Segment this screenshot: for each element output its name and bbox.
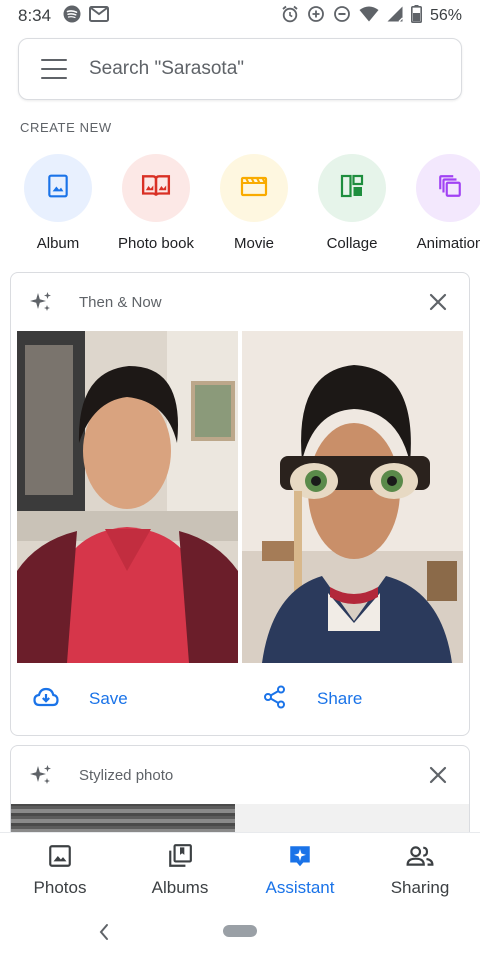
create-photo-book-button[interactable]: Photo book <box>107 154 205 252</box>
spotify-icon <box>63 5 81 28</box>
create-label: Movie <box>233 235 274 252</box>
create-label: Collage <box>326 235 378 252</box>
menu-icon[interactable] <box>41 59 67 79</box>
cell-signal-icon <box>387 6 403 27</box>
create-label: Photo book <box>118 235 194 252</box>
sharing-icon <box>406 843 434 874</box>
sparkle-icon <box>29 763 53 787</box>
do-not-disturb-icon <box>333 5 351 28</box>
card-header: Then & Now <box>11 273 469 331</box>
alarm-icon <box>281 5 299 28</box>
nav-assistant[interactable]: Assistant <box>240 833 360 904</box>
share-label: Share <box>317 689 363 708</box>
battery-percentage: 56% <box>429 7 462 24</box>
sparkle-icon <box>29 290 53 314</box>
create-new-row: Album Photo book Movie Collage Animation <box>0 154 480 254</box>
create-animation-button[interactable]: Animation <box>401 154 480 252</box>
nav-label: Assistant <box>265 878 335 897</box>
nav-label: Sharing <box>390 878 450 897</box>
card-header: Stylized photo <box>11 746 469 804</box>
card-title: Stylized photo <box>79 766 174 784</box>
create-new-heading: CREATE NEW <box>20 120 112 135</box>
share-button[interactable]: Share <box>239 685 469 714</box>
assistant-icon <box>287 843 313 874</box>
battery-icon <box>410 4 422 28</box>
data-saver-icon <box>307 5 325 28</box>
nav-label: Albums <box>151 878 209 897</box>
share-icon <box>263 685 287 714</box>
status-time: 8:34 <box>18 6 52 25</box>
create-movie-button[interactable]: Movie <box>205 154 303 252</box>
search-input[interactable]: Search "Sarasota" <box>89 58 244 80</box>
create-album-button[interactable]: Album <box>9 154 107 252</box>
collage-icon <box>340 174 364 203</box>
close-icon[interactable] <box>427 764 449 786</box>
albums-icon <box>167 843 193 874</box>
home-pill[interactable] <box>223 925 257 937</box>
card-title: Then & Now <box>79 293 162 311</box>
wifi-icon <box>359 6 379 27</box>
create-label: Animation <box>416 235 480 252</box>
close-icon[interactable] <box>427 291 449 313</box>
create-label: Album <box>36 235 80 252</box>
gmail-icon <box>89 5 110 27</box>
nav-albums[interactable]: Albums <box>120 833 240 904</box>
search-bar[interactable]: Search "Sarasota" <box>18 38 462 100</box>
photo-book-icon <box>141 173 171 204</box>
bottom-navigation: Photos Albums Assistant Sharing <box>0 832 480 904</box>
nav-label: Photos <box>33 878 87 897</box>
then-photo[interactable] <box>17 331 238 663</box>
then-now-card: Then & Now Save Share <box>10 272 470 736</box>
movie-icon <box>240 174 268 203</box>
photo-pair <box>11 331 469 663</box>
nav-sharing[interactable]: Sharing <box>360 833 480 904</box>
save-label: Save <box>89 689 128 708</box>
animation-icon <box>437 173 463 204</box>
now-photo[interactable] <box>242 331 463 663</box>
cloud-download-icon <box>33 687 59 712</box>
back-icon[interactable] <box>96 922 112 942</box>
create-collage-button[interactable]: Collage <box>303 154 401 252</box>
album-icon <box>45 173 71 204</box>
photos-icon <box>47 843 73 874</box>
card-actions: Save Share <box>11 663 469 735</box>
nav-photos[interactable]: Photos <box>0 833 120 904</box>
save-button[interactable]: Save <box>11 687 239 712</box>
status-bar: 8:34 56% <box>0 0 480 32</box>
